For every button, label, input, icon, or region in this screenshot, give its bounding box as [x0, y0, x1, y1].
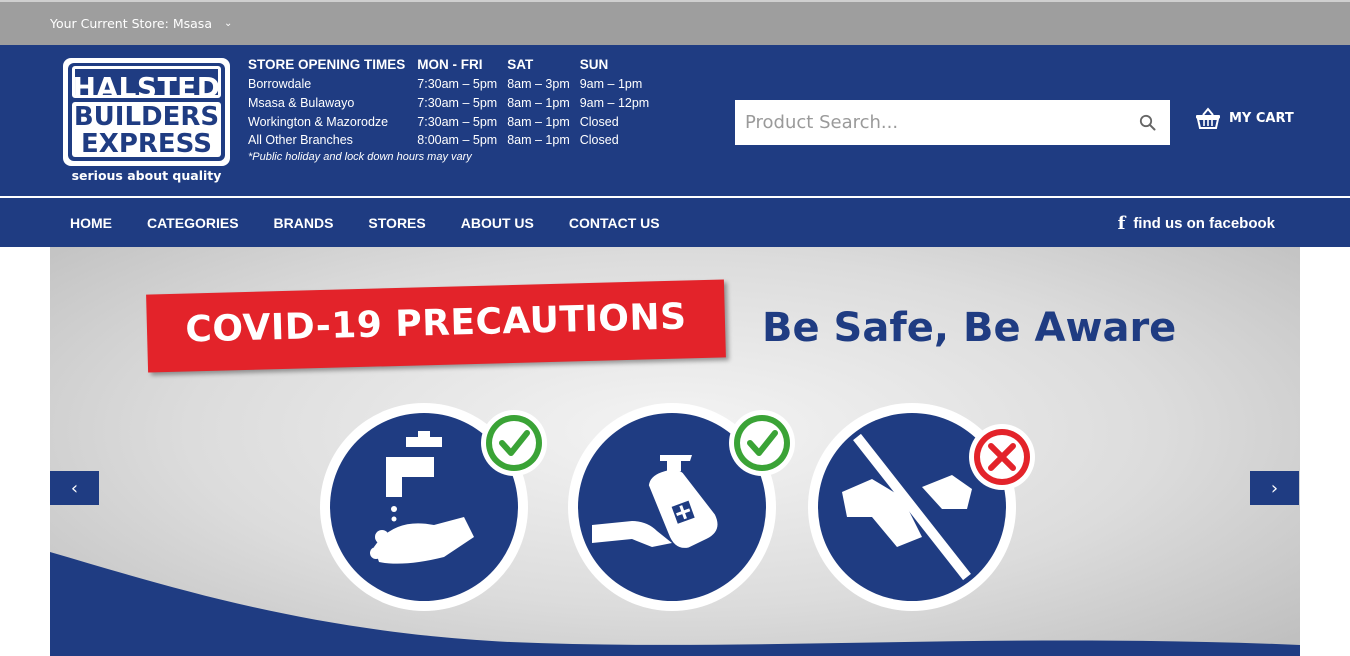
- table-cell: Borrowdale: [248, 77, 312, 92]
- opening-times-table: STORE OPENING TIMES MON - FRI SAT SUN Bo…: [248, 56, 659, 150]
- search-icon[interactable]: [1139, 114, 1156, 131]
- nav-item-home[interactable]: HOME: [70, 215, 112, 231]
- store-selector-label: Your Current Store:: [50, 16, 169, 31]
- table-cell: 9am – 12pm: [579, 96, 650, 111]
- carousel-next-button[interactable]: ›: [1250, 471, 1299, 505]
- nav-item-brands[interactable]: BRANDS: [274, 215, 334, 231]
- logo-tagline: serious about quality: [71, 168, 222, 183]
- nav-item-contact-us[interactable]: CONTACT US: [569, 215, 660, 231]
- table-cell: 7:30am – 5pm: [417, 114, 498, 129]
- table-cell: Closed: [579, 114, 619, 129]
- search-input[interactable]: [735, 100, 1125, 145]
- table-header: MON - FRI: [417, 57, 483, 72]
- table-cell: 9am – 1pm: [579, 77, 643, 92]
- table-cell: All Other Branches: [248, 133, 353, 148]
- store-selector[interactable]: Your Current Store: Msasa ⌄: [50, 16, 232, 31]
- main-nav: HOME CATEGORIES BRANDS STORES ABOUT US C…: [0, 197, 1350, 247]
- cart-button[interactable]: MY CART: [1195, 107, 1294, 129]
- facebook-label: find us on facebook: [1133, 215, 1275, 232]
- top-bar: Your Current Store: Msasa ⌄: [0, 0, 1350, 45]
- table-cell: 8am – 1pm: [507, 133, 570, 148]
- nav-item-stores[interactable]: STORES: [368, 215, 425, 231]
- table-cell: 8am – 3pm: [507, 77, 570, 92]
- table-cell: Msasa & Bulawayo: [248, 96, 355, 111]
- carousel-prev-button[interactable]: ‹: [50, 471, 99, 505]
- site-header: HALSTED BUILDERS EXPRESS serious about q…: [0, 45, 1350, 196]
- chevron-left-icon: ‹: [70, 477, 79, 499]
- table-header: STORE OPENING TIMES: [248, 57, 406, 72]
- store-opening-times: STORE OPENING TIMES MON - FRI SAT SUN Bo…: [248, 56, 659, 163]
- wash-hands-sign: [320, 403, 547, 611]
- store-selector-value: Msasa: [172, 16, 212, 31]
- table-row: Borrowdale 7:30am – 5pm 8am – 3pm 9am – …: [248, 75, 659, 94]
- hero-banner: COVID-19 PRECAUTIONS Be Safe, Be Aware: [50, 247, 1300, 656]
- table-cell: Closed: [579, 133, 619, 148]
- logo-line-3: EXPRESS: [81, 129, 212, 159]
- sanitizer-sign: [568, 403, 795, 611]
- table-cell: Workington & Mazorodze: [248, 114, 389, 129]
- table-row: All Other Branches 8:00am – 5pm 8am – 1p…: [248, 131, 659, 150]
- table-header: SAT: [507, 57, 534, 72]
- chevron-down-icon: ⌄: [223, 18, 233, 29]
- nav-item-categories[interactable]: CATEGORIES: [147, 215, 239, 231]
- table-cell: 8am – 1pm: [507, 96, 570, 111]
- table-cell: 8am – 1pm: [507, 114, 570, 129]
- banner-slogan: Be Safe, Be Aware: [762, 305, 1177, 351]
- chevron-right-icon: ›: [1270, 477, 1279, 499]
- table-cell: 7:30am – 5pm: [417, 96, 498, 111]
- nav-item-about-us[interactable]: ABOUT US: [461, 215, 534, 231]
- table-header: SUN: [579, 57, 609, 72]
- table-row: Msasa & Bulawayo 7:30am – 5pm 8am – 1pm …: [248, 94, 659, 113]
- cart-label: MY CART: [1229, 110, 1294, 126]
- table-row: Workington & Mazorodze 7:30am – 5pm 8am …: [248, 112, 659, 131]
- table-cell: 8:00am – 5pm: [417, 133, 498, 148]
- facebook-link[interactable]: f find us on facebook: [1118, 213, 1275, 234]
- no-handshake-sign: [808, 403, 1035, 611]
- table-cell: 7:30am – 5pm: [417, 77, 498, 92]
- logo-line-2: BUILDERS: [73, 102, 220, 132]
- product-search: [735, 100, 1170, 145]
- hours-note: *Public holiday and lock down hours may …: [248, 150, 472, 163]
- basket-icon: [1196, 107, 1220, 129]
- facebook-icon: f: [1117, 213, 1126, 234]
- site-logo[interactable]: HALSTED BUILDERS EXPRESS serious about q…: [63, 58, 230, 186]
- logo-line-1: HALSTED: [72, 71, 221, 104]
